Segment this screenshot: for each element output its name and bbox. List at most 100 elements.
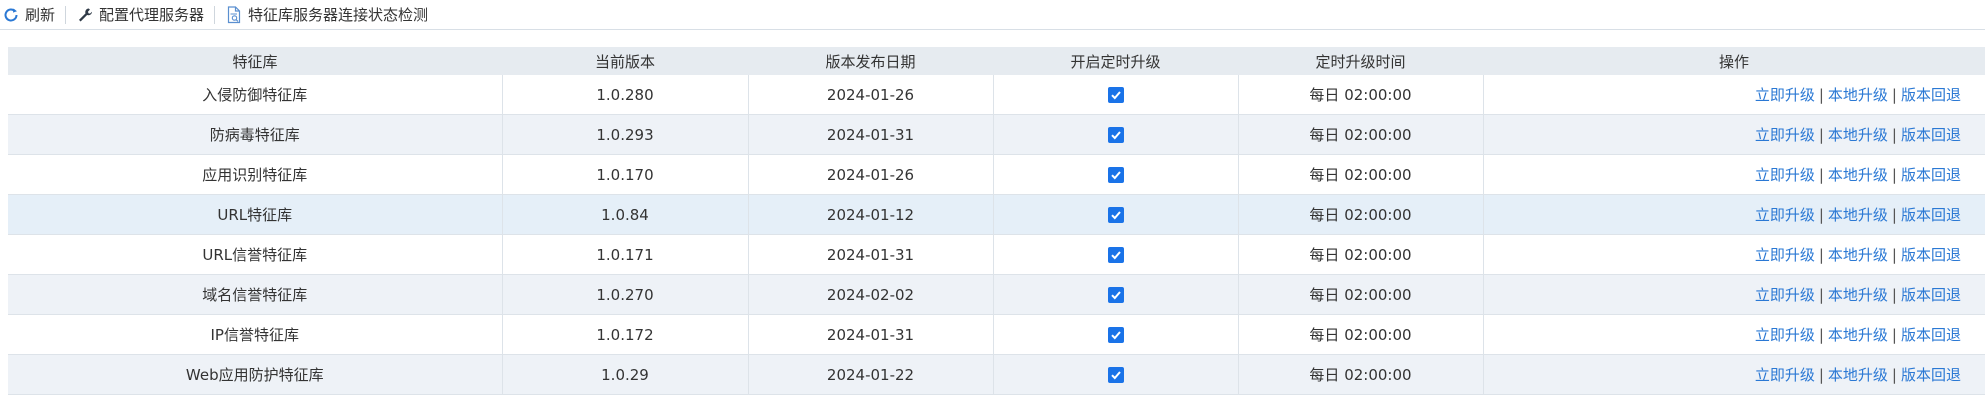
signature-library-table: 特征库 当前版本 版本发布日期 开启定时升级 定时升级时间 操作 入侵防御特征库… (8, 47, 1985, 395)
upgrade-now-link[interactable]: 立即升级 (1755, 206, 1815, 224)
scheduled-upgrade-checkbox[interactable] (1107, 127, 1124, 143)
library-name-cell: 应用识别特征库 (8, 154, 503, 195)
server-connection-check-label: 特征库服务器连接状态检测 (248, 6, 429, 24)
library-name-cell: Web应用防护特征库 (8, 354, 503, 395)
library-name-cell: URL特征库 (8, 194, 503, 235)
version-cell: 1.0.84 (502, 194, 749, 235)
actions-cell: 立即升级 | 本地升级 | 版本回退 (1483, 154, 1985, 195)
table-row[interactable]: 入侵防御特征库 1.0.280 2024-01-26 每日 02:00:00 立即升级 |… (8, 75, 1985, 115)
action-separator: | (1891, 366, 1897, 384)
configure-proxy-label: 配置代理服务器 (99, 6, 205, 24)
upgrade-time-cell: 每日 02:00:00 (1238, 354, 1484, 395)
version-cell: 1.0.270 (502, 274, 749, 315)
version-cell: 1.0.170 (502, 154, 749, 195)
scheduled-upgrade-checkbox[interactable] (1107, 247, 1124, 263)
table-row[interactable]: URL特征库 1.0.84 2024-01-12 每日 02:00:00 立即升级 | 本地… (8, 194, 1985, 235)
version-cell: 1.0.172 (502, 314, 749, 355)
version-cell: 1.0.293 (502, 114, 749, 155)
version-cell: 1.0.29 (502, 354, 749, 395)
local-upgrade-link[interactable]: 本地升级 (1828, 246, 1888, 264)
rollback-link[interactable]: 版本回退 (1901, 126, 1961, 144)
toolbar-divider (214, 5, 216, 24)
rollback-link[interactable]: 版本回退 (1901, 166, 1961, 184)
library-name-cell: IP信誉特征库 (8, 314, 503, 355)
local-upgrade-link[interactable]: 本地升级 (1828, 366, 1888, 384)
actions-cell: 立即升级 | 本地升级 | 版本回退 (1483, 354, 1985, 395)
action-separator: | (1891, 326, 1897, 344)
action-separator: | (1818, 206, 1824, 224)
rollback-link[interactable]: 版本回退 (1901, 246, 1961, 264)
actions-cell: 立即升级 | 本地升级 | 版本回退 (1483, 314, 1985, 355)
scheduled-upgrade-checkbox[interactable] (1107, 207, 1124, 223)
upgrade-now-link[interactable]: 立即升级 (1755, 286, 1815, 304)
action-separator: | (1891, 286, 1897, 304)
table-row[interactable]: IP信誉特征库 1.0.172 2024-01-31 每日 02:00:00 立即升级 |… (8, 314, 1985, 355)
rollback-link[interactable]: 版本回退 (1901, 366, 1961, 384)
server-connection-check-button[interactable]: 特征库服务器连接状态检测 (225, 3, 436, 27)
table-row[interactable]: 防病毒特征库 1.0.293 2024-01-31 每日 02:00:00 立即升级 | 本… (8, 114, 1985, 155)
release-date-cell: 2024-01-26 (748, 75, 994, 115)
rollback-link[interactable]: 版本回退 (1901, 206, 1961, 224)
column-header-actions: 操作 (1483, 47, 1985, 75)
actions-cell: 立即升级 | 本地升级 | 版本回退 (1483, 194, 1985, 235)
toolbar-divider (65, 5, 67, 24)
scheduled-upgrade-checkbox[interactable] (1107, 327, 1124, 343)
action-separator: | (1891, 246, 1897, 264)
configure-proxy-button[interactable]: 配置代理服务器 (76, 3, 212, 27)
table-body: 入侵防御特征库 1.0.280 2024-01-26 每日 02:00:00 立即升级 |… (8, 75, 1985, 395)
version-cell: 1.0.280 (502, 75, 749, 115)
upgrade-now-link[interactable]: 立即升级 (1755, 326, 1815, 344)
action-separator: | (1818, 126, 1824, 144)
actions-cell: 立即升级 | 本地升级 | 版本回退 (1483, 274, 1985, 315)
library-name-cell: 防病毒特征库 (8, 114, 503, 155)
checkmark-icon (1110, 169, 1122, 181)
scheduled-upgrade-checkbox[interactable] (1107, 87, 1124, 103)
checkmark-icon (1110, 89, 1122, 101)
table-row[interactable]: 域名信誉特征库 1.0.270 2024-02-02 每日 02:00:00 立即升级 |… (8, 274, 1985, 315)
scheduled-upgrade-cell (993, 114, 1239, 155)
release-date-cell: 2024-01-22 (748, 354, 994, 395)
action-separator: | (1891, 126, 1897, 144)
upgrade-now-link[interactable]: 立即升级 (1755, 86, 1815, 104)
action-separator: | (1818, 366, 1824, 384)
rollback-link[interactable]: 版本回退 (1901, 86, 1961, 104)
table-row[interactable]: 应用识别特征库 1.0.170 2024-01-26 每日 02:00:00 立即升级 |… (8, 154, 1985, 195)
column-header-version[interactable]: 当前版本 (502, 47, 748, 75)
local-upgrade-link[interactable]: 本地升级 (1828, 206, 1888, 224)
local-upgrade-link[interactable]: 本地升级 (1828, 166, 1888, 184)
scheduled-upgrade-checkbox[interactable] (1107, 167, 1124, 183)
scheduled-upgrade-cell (993, 314, 1239, 355)
local-upgrade-link[interactable]: 本地升级 (1828, 126, 1888, 144)
scheduled-upgrade-cell (993, 194, 1239, 235)
scheduled-upgrade-cell (993, 75, 1239, 115)
upgrade-now-link[interactable]: 立即升级 (1755, 126, 1815, 144)
scheduled-upgrade-checkbox[interactable] (1107, 367, 1124, 383)
rollback-link[interactable]: 版本回退 (1901, 286, 1961, 304)
column-header-upgrade-time[interactable]: 定时升级时间 (1238, 47, 1483, 75)
scheduled-upgrade-cell (993, 274, 1239, 315)
action-separator: | (1891, 166, 1897, 184)
column-header-release-date[interactable]: 版本发布日期 (748, 47, 993, 75)
refresh-icon (2, 6, 20, 24)
scheduled-upgrade-checkbox[interactable] (1107, 287, 1124, 303)
rollback-link[interactable]: 版本回退 (1901, 326, 1961, 344)
column-header-library[interactable]: 特征库 (8, 47, 502, 75)
upgrade-now-link[interactable]: 立即升级 (1755, 246, 1815, 264)
local-upgrade-link[interactable]: 本地升级 (1828, 326, 1888, 344)
refresh-label: 刷新 (25, 6, 56, 24)
local-upgrade-link[interactable]: 本地升级 (1828, 286, 1888, 304)
checkmark-icon (1110, 289, 1122, 301)
local-upgrade-link[interactable]: 本地升级 (1828, 86, 1888, 104)
checkmark-icon (1110, 249, 1122, 261)
table-row[interactable]: Web应用防护特征库 1.0.29 2024-01-22 每日 02:00:00 立即升… (8, 354, 1985, 395)
upgrade-now-link[interactable]: 立即升级 (1755, 166, 1815, 184)
refresh-button[interactable]: 刷新 (2, 3, 63, 27)
column-header-scheduled-upgrade[interactable]: 开启定时升级 (993, 47, 1238, 75)
action-separator: | (1818, 326, 1824, 344)
upgrade-now-link[interactable]: 立即升级 (1755, 366, 1815, 384)
library-name-cell: URL信誉特征库 (8, 234, 503, 275)
actions-cell: 立即升级 | 本地升级 | 版本回退 (1483, 234, 1985, 275)
table-row[interactable]: URL信誉特征库 1.0.171 2024-01-31 每日 02:00:00 立即升级… (8, 234, 1985, 275)
document-check-icon (225, 5, 243, 24)
upgrade-time-cell: 每日 02:00:00 (1238, 274, 1484, 315)
